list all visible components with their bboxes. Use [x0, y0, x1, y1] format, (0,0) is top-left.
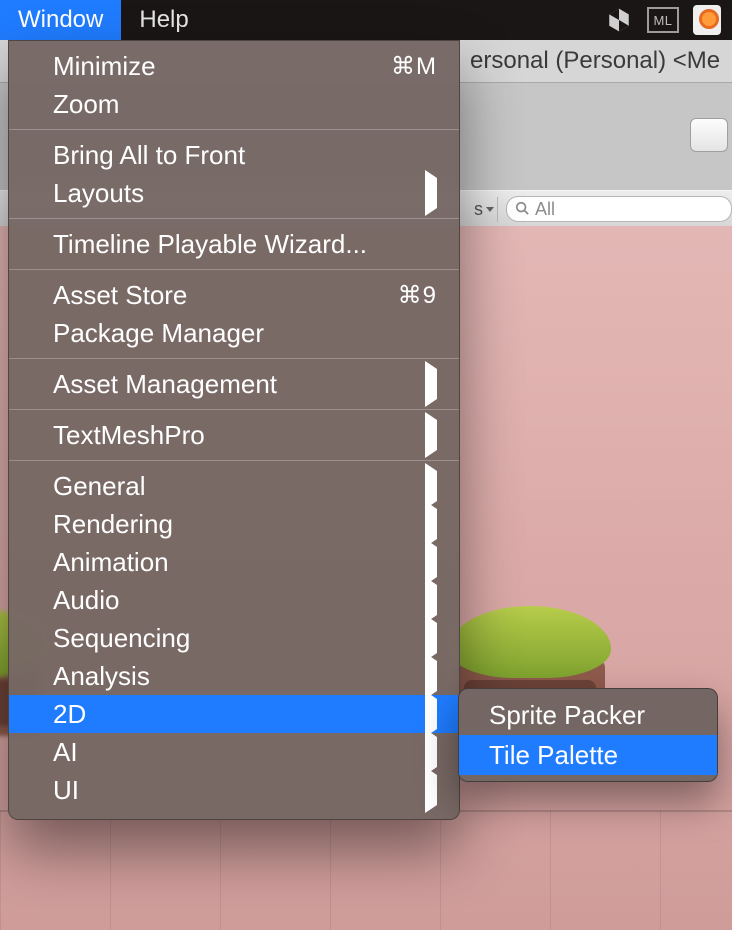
- menu-item-label: UI: [53, 775, 79, 806]
- submenu-item-label: Sprite Packer: [489, 700, 645, 731]
- menu-item-zoom[interactable]: Zoom: [9, 85, 459, 123]
- menu-item-general[interactable]: General: [9, 467, 459, 505]
- unity-toolbar-right-button[interactable]: [690, 118, 728, 152]
- ml-icon[interactable]: ML: [646, 3, 680, 37]
- submenu-arrow-icon: [425, 369, 437, 400]
- submenu-arrow-icon: [425, 420, 437, 451]
- menu-separator: [9, 460, 459, 461]
- menubar-tray: ML: [602, 0, 732, 40]
- menubar-spacer: [207, 0, 602, 40]
- menu-separator: [9, 218, 459, 219]
- menu-item-asset-management[interactable]: Asset Management: [9, 365, 459, 403]
- ml-icon-label: ML: [647, 7, 679, 33]
- toolbar-search-field[interactable]: All: [506, 196, 732, 222]
- menu-item-ai[interactable]: AI: [9, 733, 459, 771]
- toolbar-search-placeholder: All: [535, 199, 555, 220]
- submenu-arrow-icon: [425, 509, 437, 540]
- window-menu-dropdown: Minimize ⌘M Zoom Bring All to Front Layouts T…: [8, 40, 460, 820]
- submenu-arrow-icon: [425, 471, 437, 502]
- menubar-item-window[interactable]: Window: [0, 0, 121, 40]
- menu-item-label: Timeline Playable Wizard...: [53, 229, 367, 260]
- menu-separator: [9, 269, 459, 270]
- menu-item-label: Rendering: [53, 509, 173, 540]
- menu-item-bring-all-to-front[interactable]: Bring All to Front: [9, 136, 459, 174]
- menu-separator: [9, 409, 459, 410]
- submenu-arrow-icon: [425, 699, 437, 730]
- submenu-arrow-icon: [425, 623, 437, 654]
- toolbar-dropdown-suffix: s: [474, 199, 483, 219]
- window-title-text: ersonal (Personal) <Me: [470, 47, 720, 75]
- scene-floor-grid: [0, 810, 732, 930]
- submenu-arrow-icon: [425, 547, 437, 578]
- submenu-arrow-icon: [425, 737, 437, 768]
- menu-item-label: Minimize: [53, 51, 156, 82]
- menu-item-minimize[interactable]: Minimize ⌘M: [9, 47, 459, 85]
- toolbar-dropdown[interactable]: s: [470, 197, 498, 222]
- menubar-item-label: Help: [139, 6, 188, 34]
- menu-item-sequencing[interactable]: Sequencing: [9, 619, 459, 657]
- submenu-item-tile-palette[interactable]: Tile Palette: [459, 735, 717, 775]
- menu-item-package-manager[interactable]: Package Manager: [9, 314, 459, 352]
- menu-item-rendering[interactable]: Rendering: [9, 505, 459, 543]
- menu-item-label: Asset Store: [53, 280, 187, 311]
- window-menu-2d-submenu: Sprite Packer Tile Palette: [458, 688, 718, 782]
- menu-item-label: Layouts: [53, 178, 144, 209]
- menu-item-label: Package Manager: [53, 318, 264, 349]
- menu-item-label: Analysis: [53, 661, 150, 692]
- menu-item-label: Zoom: [53, 89, 119, 120]
- search-icon: [515, 199, 529, 220]
- account-key-icon[interactable]: [690, 3, 724, 37]
- menu-item-shortcut: ⌘9: [398, 281, 437, 310]
- mac-menubar: Window Help ML: [0, 0, 732, 40]
- submenu-arrow-icon: [425, 178, 437, 209]
- submenu-arrow-icon: [425, 585, 437, 616]
- menu-item-analysis[interactable]: Analysis: [9, 657, 459, 695]
- menu-item-ui[interactable]: UI: [9, 771, 459, 809]
- menubar-item-help[interactable]: Help: [121, 0, 206, 40]
- menu-item-label: Asset Management: [53, 369, 277, 400]
- menu-item-label: 2D: [53, 699, 86, 730]
- menu-item-2d[interactable]: 2D: [9, 695, 459, 733]
- submenu-arrow-icon: [425, 661, 437, 692]
- menu-item-label: General: [53, 471, 146, 502]
- submenu-arrow-icon: [425, 775, 437, 806]
- menu-item-label: AI: [53, 737, 78, 768]
- menu-item-label: Sequencing: [53, 623, 190, 654]
- menubar-item-label: Window: [18, 6, 103, 34]
- submenu-item-sprite-packer[interactable]: Sprite Packer: [459, 695, 717, 735]
- submenu-item-label: Tile Palette: [489, 740, 618, 771]
- menu-item-textmeshpro[interactable]: TextMeshPro: [9, 416, 459, 454]
- menu-item-label: Audio: [53, 585, 120, 616]
- unity-logo-icon[interactable]: [602, 3, 636, 37]
- menu-item-shortcut: ⌘M: [391, 52, 437, 81]
- menu-item-asset-store[interactable]: Asset Store ⌘9: [9, 276, 459, 314]
- menu-item-label: Bring All to Front: [53, 140, 245, 171]
- menu-separator: [9, 129, 459, 130]
- menu-item-timeline-playable-wizard[interactable]: Timeline Playable Wizard...: [9, 225, 459, 263]
- menu-item-label: TextMeshPro: [53, 420, 205, 451]
- menu-separator: [9, 358, 459, 359]
- menu-item-label: Animation: [53, 547, 169, 578]
- menu-item-animation[interactable]: Animation: [9, 543, 459, 581]
- menu-item-layouts[interactable]: Layouts: [9, 174, 459, 212]
- menu-item-audio[interactable]: Audio: [9, 581, 459, 619]
